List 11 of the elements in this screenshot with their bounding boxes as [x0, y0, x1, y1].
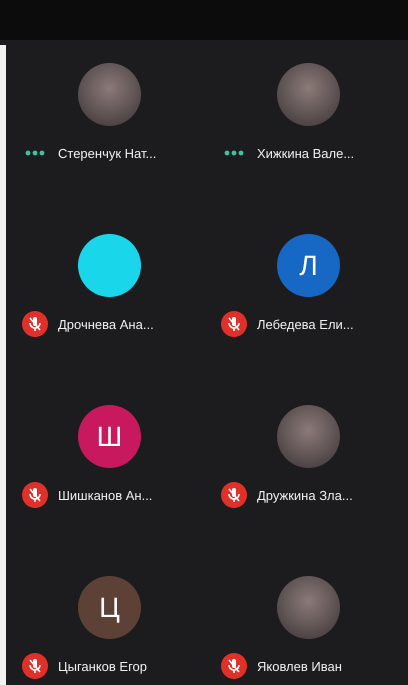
participant-name: Дрочнева Ана... — [58, 316, 154, 332]
participant-name: Шишканов Ан... — [58, 488, 152, 502]
participant-name: Стеренчук Нат... — [58, 146, 156, 160]
participant-name: Дружкина Зла... — [257, 488, 353, 502]
participant-name: Цыганков Егор — [58, 658, 147, 674]
avatar: Ц — [78, 576, 141, 639]
participant-name: Хижкина Вале... — [257, 146, 354, 160]
avatar: Л — [277, 234, 340, 297]
avatar: Ш — [78, 405, 141, 468]
participant-name: Лебедева Ели... — [257, 316, 354, 332]
participant-name: Яковлев Иван — [257, 658, 342, 674]
